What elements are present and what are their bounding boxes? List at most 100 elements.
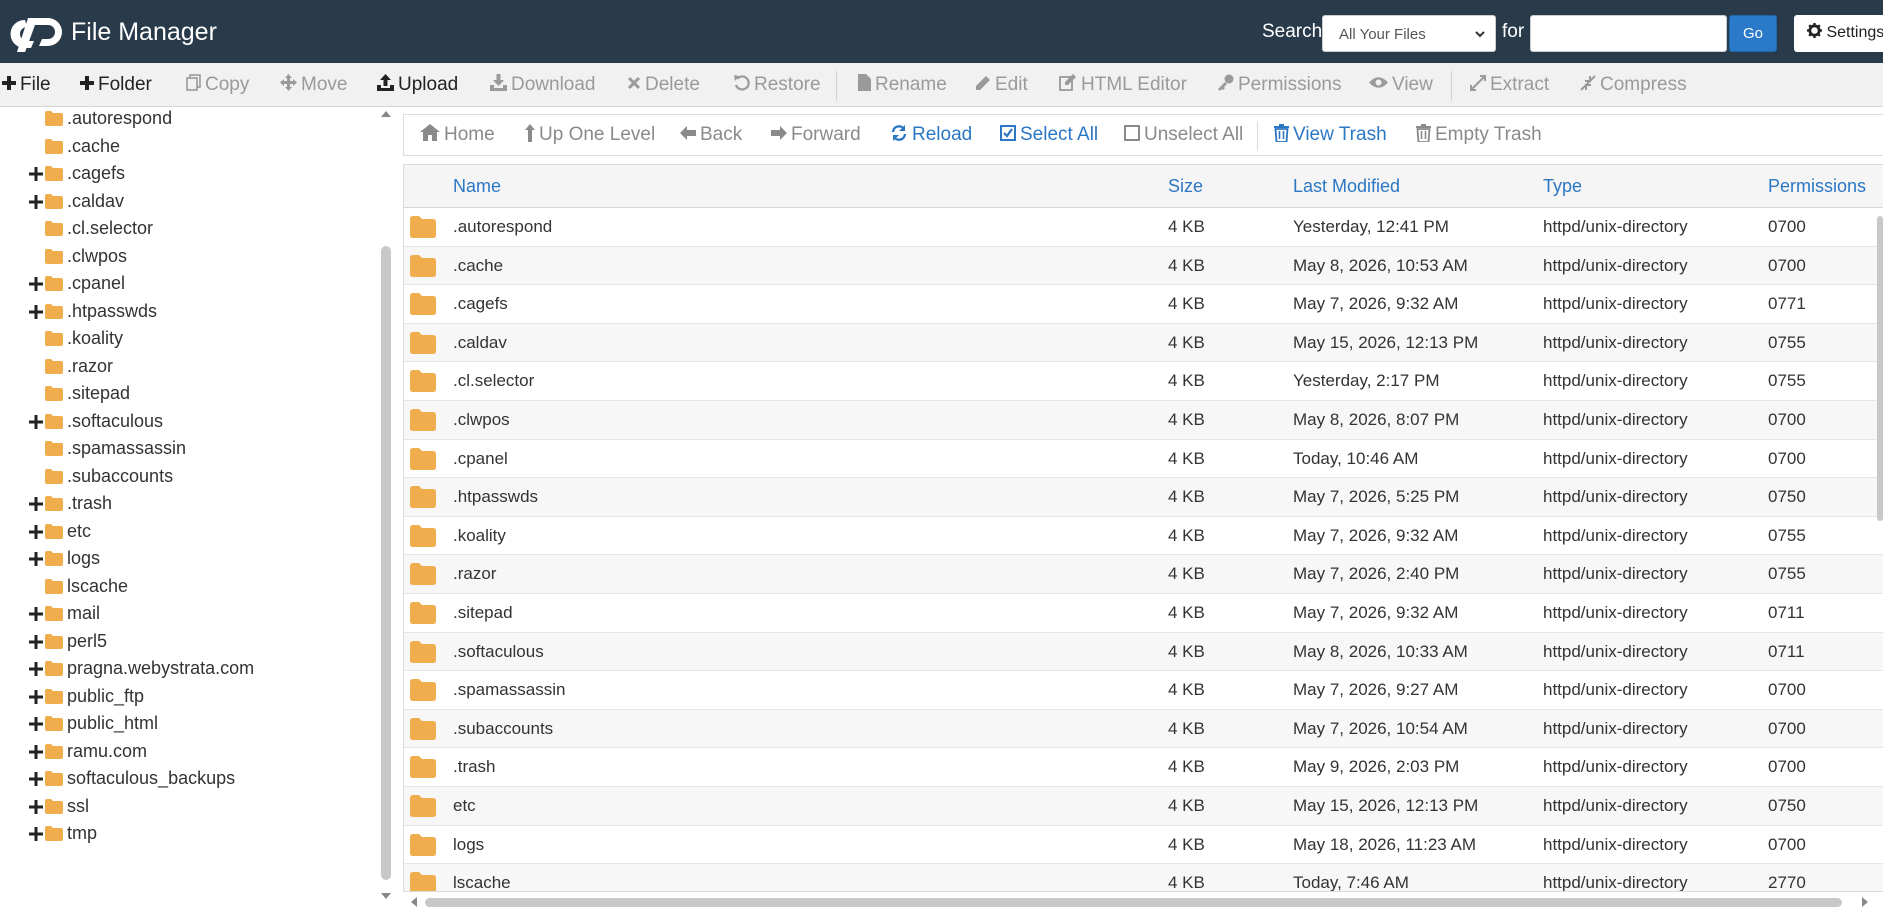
table-row[interactable]: .koality 4 KB May 7, 2026, 9:32 AM httpd/un… (404, 517, 1883, 556)
column-header-name[interactable]: Name (453, 176, 501, 197)
plus-icon[interactable] (29, 194, 43, 209)
view-button[interactable]: View (1369, 63, 1433, 107)
plus-icon[interactable] (29, 167, 43, 181)
sidebar-item[interactable]: tmp (0, 823, 370, 849)
plus-icon[interactable] (29, 607, 43, 621)
sidebar-item[interactable]: .subaccounts (0, 466, 370, 492)
table-row[interactable]: .spamassassin 4 KB May 7, 2026, 9:27 AM htt… (404, 671, 1883, 710)
sidebar-item[interactable]: .cpanel (0, 273, 370, 299)
new-folder-button[interactable]: Folder (80, 63, 152, 107)
table-row[interactable]: etc 4 KB May 15, 2026, 12:13 PM httpd/unix-… (404, 787, 1883, 826)
sidebar-item[interactable]: .sitepad (0, 383, 370, 409)
plus-icon[interactable] (29, 689, 43, 704)
new-file-button[interactable]: File (2, 63, 51, 107)
table-scrollbar-thumb[interactable] (1877, 216, 1883, 521)
table-row[interactable]: .subaccounts 4 KB May 7, 2026, 10:54 AM htt… (404, 709, 1883, 749)
sidebar-item[interactable]: ssl (0, 796, 370, 822)
sidebar-item[interactable]: etc (0, 521, 370, 547)
sidebar-item[interactable]: .cache (0, 136, 370, 162)
go-button[interactable]: Go (1729, 15, 1777, 52)
sidebar-item[interactable]: perl5 (0, 631, 370, 657)
plus-icon[interactable] (29, 717, 43, 731)
plus-icon[interactable] (29, 827, 43, 841)
sidebar-item[interactable]: .softaculous (0, 411, 370, 437)
table-row[interactable]: .caldav 4 KB May 15, 2026, 12:13 PM httpd/u… (404, 323, 1883, 363)
table-row[interactable]: .cpanel 4 KB Today, 10:46 AM httpd/unix-dir… (404, 440, 1883, 479)
settings-button[interactable]: Settings (1794, 15, 1883, 52)
sidebar-item[interactable]: mail (0, 603, 370, 629)
download-button[interactable]: Download (490, 63, 596, 107)
unselect-all-button[interactable]: Unselect All (1124, 115, 1243, 155)
table-row[interactable]: .htpasswds 4 KB May 7, 2026, 5:25 PM httpd/… (404, 478, 1883, 517)
home-button[interactable]: Home (420, 115, 495, 155)
table-row[interactable]: .softaculous 4 KB May 8, 2026, 10:33 AM htt… (404, 632, 1883, 672)
column-header-size[interactable]: Size (1168, 176, 1203, 197)
column-header-last-modified[interactable]: Last Modified (1293, 176, 1400, 197)
table-row[interactable]: .cagefs 4 KB May 7, 2026, 9:32 AM httpd/uni… (404, 285, 1883, 324)
sidebar-item[interactable]: logs (0, 548, 370, 574)
move-button[interactable]: Move (280, 63, 347, 107)
sidebar-item[interactable]: .htpasswds (0, 301, 370, 327)
upload-button[interactable]: Upload (377, 63, 458, 107)
edit-button[interactable]: Edit (975, 63, 1028, 107)
table-row[interactable]: logs 4 KB May 18, 2026, 11:23 AM httpd/unix… (404, 826, 1883, 865)
sidebar-item[interactable]: .autorespond (0, 108, 370, 134)
plus-icon[interactable] (29, 772, 43, 786)
plus-icon[interactable] (29, 799, 43, 814)
table-row[interactable]: .autorespond 4 KB Yesterday, 12:41 PM httpd… (404, 208, 1883, 247)
home-icon (420, 124, 440, 142)
sidebar-item[interactable]: pragna.webystrata.com (0, 658, 370, 684)
plus-icon[interactable] (29, 414, 43, 429)
plus-icon[interactable] (29, 304, 43, 319)
compress-button[interactable]: Compress (1580, 63, 1687, 107)
table-row[interactable]: .sitepad 4 KB May 7, 2026, 9:32 AM httpd/un… (404, 594, 1883, 633)
sidebar-item[interactable]: .cl.selector (0, 218, 370, 244)
up-one-level-button[interactable]: Up One Level (525, 115, 655, 155)
search-scope-select[interactable]: All Your Files (1322, 15, 1496, 52)
forward-button[interactable]: Forward (771, 115, 861, 155)
sidebar-item[interactable]: .caldav (0, 191, 370, 217)
plus-icon[interactable] (29, 552, 43, 566)
permissions-button[interactable]: Permissions (1217, 63, 1341, 107)
plus-icon[interactable] (29, 744, 43, 759)
sidebar-item[interactable]: ramu.com (0, 741, 370, 767)
delete-button[interactable]: Delete (627, 63, 700, 107)
search-input[interactable] (1530, 15, 1727, 52)
plus-icon[interactable] (29, 662, 43, 676)
sidebar-item[interactable]: softaculous_backups (0, 768, 370, 794)
cpanel-logo-icon[interactable] (8, 14, 66, 52)
table-row[interactable]: .trash 4 KB May 9, 2026, 2:03 PM httpd/unix… (404, 748, 1883, 787)
view-trash-button[interactable]: View Trash (1274, 115, 1387, 155)
select-all-button[interactable]: Select All (1000, 115, 1098, 155)
sidebar-item[interactable]: .cagefs (0, 163, 370, 189)
column-header-type[interactable]: Type (1543, 176, 1582, 197)
table-row[interactable]: lscache 4 KB Today, 7:46 AM httpd/unix-dire… (404, 864, 1883, 891)
table-horizontal-scrollbar-thumb[interactable] (425, 898, 1842, 907)
back-button[interactable]: Back (680, 115, 742, 155)
sidebar-item[interactable]: public_html (0, 713, 370, 739)
plus-icon[interactable] (29, 277, 43, 291)
plus-icon[interactable] (29, 524, 43, 539)
table-row[interactable]: .clwpos 4 KB May 8, 2026, 8:07 PM httpd/uni… (404, 401, 1883, 440)
copy-button[interactable]: Copy (186, 63, 249, 107)
sidebar-item[interactable]: .clwpos (0, 246, 370, 272)
empty-trash-button[interactable]: Empty Trash (1416, 115, 1542, 155)
column-header-permissions[interactable]: Permissions (1768, 176, 1866, 197)
table-row[interactable]: .razor 4 KB May 7, 2026, 2:40 PM httpd/unix… (404, 555, 1883, 594)
html-editor-button[interactable]: HTML Editor (1059, 63, 1187, 107)
rename-button[interactable]: Rename (858, 63, 947, 107)
sidebar-item[interactable]: .koality (0, 328, 370, 354)
sidebar-item[interactable]: .trash (0, 493, 370, 519)
sidebar-item[interactable]: .spamassassin (0, 438, 370, 464)
extract-button[interactable]: Extract (1470, 63, 1549, 107)
table-row[interactable]: .cache 4 KB May 8, 2026, 10:53 AM httpd/uni… (404, 246, 1883, 286)
sidebar-item[interactable]: .razor (0, 356, 370, 382)
plus-icon[interactable] (29, 497, 43, 511)
sidebar-item[interactable]: lscache (0, 576, 370, 602)
sidebar-scrollbar-thumb[interactable] (381, 246, 391, 880)
restore-button[interactable]: Restore (733, 63, 821, 107)
table-row[interactable]: .cl.selector 4 KB Yesterday, 2:17 PM httpd/… (404, 362, 1883, 401)
reload-button[interactable]: Reload (890, 115, 972, 155)
plus-icon[interactable] (29, 634, 43, 649)
sidebar-item[interactable]: public_ftp (0, 686, 370, 712)
